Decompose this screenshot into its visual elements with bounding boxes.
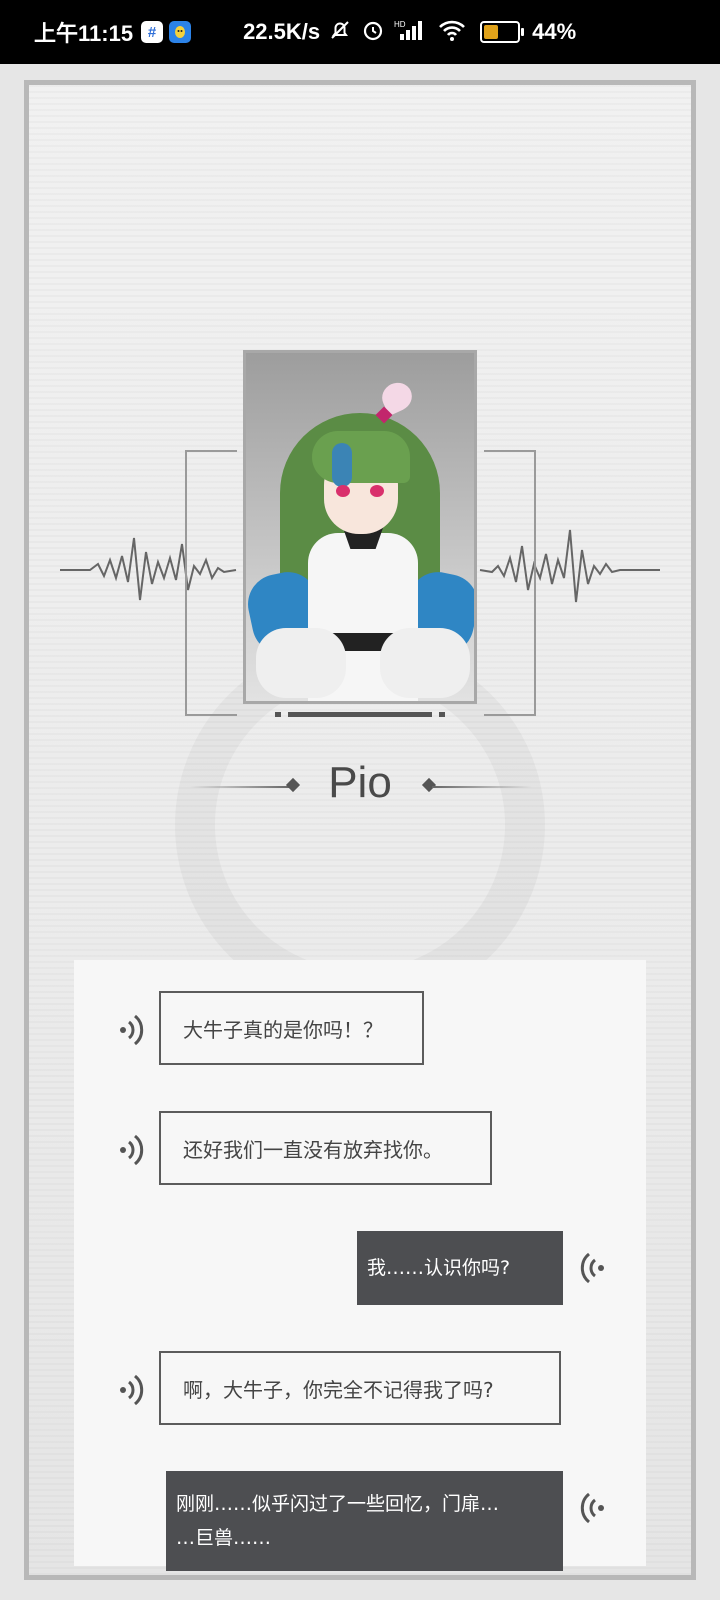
hashtag-app-icon: #	[141, 21, 164, 43]
status-time: 上午11:15	[34, 21, 134, 46]
network-speed: 22.5K/s	[243, 19, 321, 44]
status-bar: 上午11:15 # 22.5K/s HD 44%	[0, 0, 720, 64]
speaker-name: Pio	[328, 758, 392, 807]
wifi-icon	[437, 18, 467, 47]
portrait-bar-dot-left	[275, 712, 281, 717]
reply-message-line: …巨兽……	[176, 1527, 272, 1549]
portrait-bar-dot-right	[439, 712, 445, 717]
alarm-icon	[361, 18, 385, 47]
bell-muted-icon	[328, 18, 352, 47]
name-line-right	[432, 786, 532, 788]
voice-play-icon[interactable]	[578, 1490, 606, 1530]
reply-message: 刚刚……似乎闪过了一些回忆，门扉… …巨兽……	[166, 1471, 563, 1571]
character-portrait	[243, 350, 477, 704]
dialogue-message: 大牛子真的是你吗！？	[159, 991, 424, 1065]
portrait-bracket-left	[185, 450, 237, 716]
battery-percent: 44%	[532, 19, 577, 44]
reply-message: 我……认识你吗?	[357, 1231, 563, 1305]
voice-play-icon[interactable]	[118, 1012, 146, 1052]
dialogue-message: 还好我们一直没有放弃找你。	[159, 1111, 492, 1185]
portrait-bar	[288, 712, 432, 717]
battery-level-fill	[484, 25, 499, 39]
name-line-left	[190, 786, 290, 788]
reply-message-line: 刚刚……似乎闪过了一些回忆，门扉…	[176, 1493, 500, 1515]
hd-signal-icon: HD	[394, 18, 428, 47]
voice-play-icon[interactable]	[118, 1132, 146, 1172]
battery-icon	[480, 21, 525, 43]
dialogue-message: 啊，大牛子，你完全不记得我了吗?	[159, 1351, 561, 1425]
portrait-bracket-right	[484, 450, 536, 716]
voice-play-icon[interactable]	[578, 1250, 606, 1290]
voice-play-icon[interactable]	[118, 1372, 146, 1412]
svg-text:HD: HD	[394, 20, 406, 29]
qq-app-icon	[169, 21, 192, 43]
